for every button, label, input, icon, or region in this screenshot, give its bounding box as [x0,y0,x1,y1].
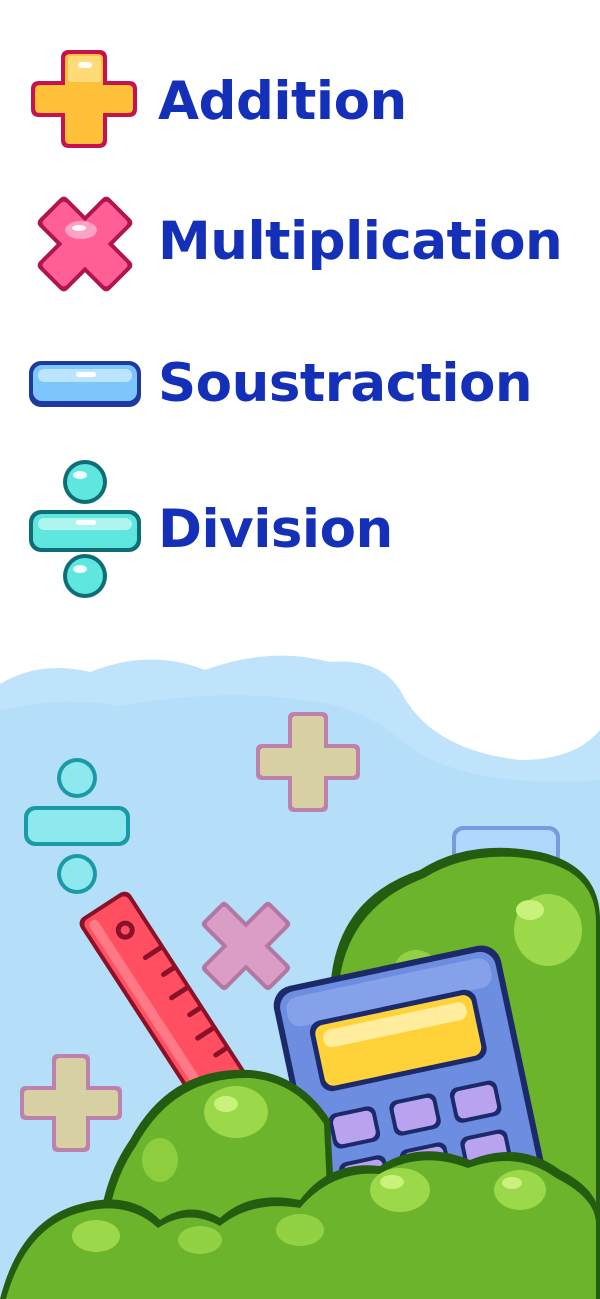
operation-item-addition[interactable]: Addition [0,42,600,152]
plus-icon [31,50,137,148]
operation-item-division[interactable]: Division [0,456,600,606]
multiply-icon [37,196,133,292]
operation-list: Addition Multiplication Soustraction Div… [0,0,600,620]
minus-icon [29,361,141,407]
operation-label-division: Division [158,499,393,560]
math-illustration [0,655,600,1299]
divide-icon [29,460,141,598]
operation-label-addition: Addition [158,71,407,132]
operation-item-soustraction[interactable]: Soustraction [0,352,600,422]
operation-item-multiplication[interactable]: Multiplication [0,188,600,298]
operation-label-multiplication: Multiplication [158,211,563,272]
operation-label-soustraction: Soustraction [158,353,533,414]
